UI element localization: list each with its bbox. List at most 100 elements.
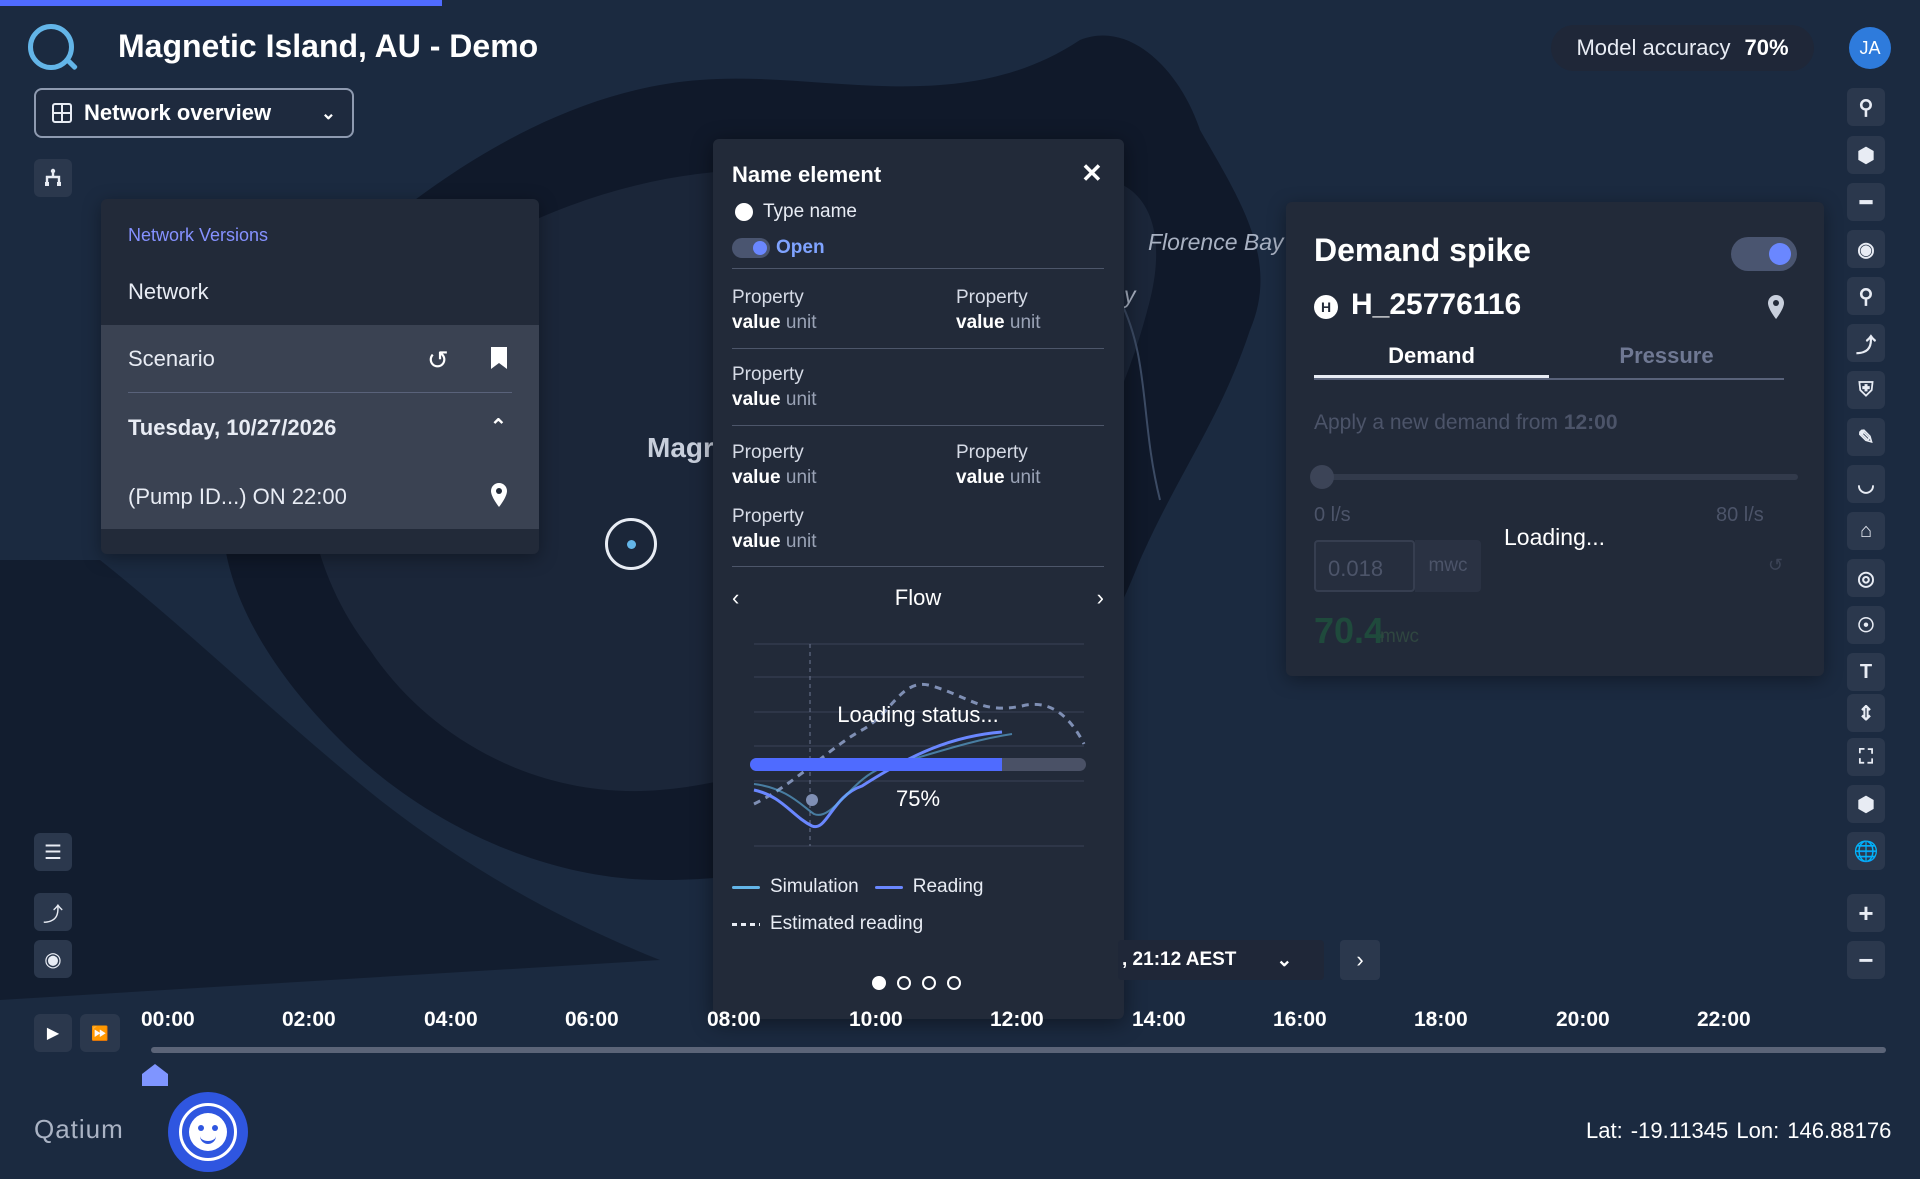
tab-pressure[interactable]: Pressure (1549, 340, 1784, 378)
chevron-down-icon: ⌄ (320, 102, 336, 123)
network-tree-icon (45, 168, 61, 186)
scenario-event-item[interactable]: (Pump ID...) ON 22:00 (128, 484, 347, 510)
date-next-button[interactable]: › (1340, 940, 1380, 980)
pipe-search-icon[interactable]: ⚲ (1847, 277, 1885, 315)
sort-icon[interactable]: ⇕ (1847, 694, 1885, 732)
estimated-legend-swatch (732, 922, 760, 926)
locate-pin-icon[interactable] (1767, 294, 1785, 325)
version-network-item[interactable]: Network (128, 279, 209, 305)
apply-demand-text: Apply a new demand from 12:00 (1314, 411, 1618, 434)
version-scenario-item[interactable]: Scenario (128, 346, 215, 372)
chart-loading-status: Loading status... (837, 702, 999, 727)
chevron-up-icon[interactable]: ⌃ (490, 414, 507, 439)
shield-icon[interactable]: ⛨ (1847, 371, 1885, 409)
search-icon[interactable]: ⚲ (1847, 88, 1885, 126)
target-icon[interactable]: ☉ (1847, 606, 1885, 644)
flow-chart-title: Flow (894, 585, 942, 610)
timeline-hour: 08:00 (707, 1008, 761, 1031)
timeline-hour: 18:00 (1414, 1008, 1468, 1031)
zoom-in-icon[interactable]: + (1847, 894, 1885, 932)
assistant-button[interactable] (168, 1092, 248, 1172)
zoom-out-icon[interactable]: − (1847, 941, 1885, 979)
chevron-left-icon[interactable]: ‹ (732, 585, 739, 611)
chart-edit-icon[interactable]: ✎ (1847, 418, 1885, 456)
demand-slider-track[interactable] (1322, 474, 1798, 480)
timeline-hour: 20:00 (1556, 1008, 1610, 1031)
property-item: Property value unit (732, 442, 817, 488)
bookmark-icon[interactable] (490, 346, 508, 375)
timeline-hour: 16:00 (1273, 1008, 1327, 1031)
demand-value-input[interactable]: 0.018 (1314, 540, 1415, 592)
valve-icon[interactable]: ━ (1847, 183, 1885, 221)
assistant-face-icon (189, 1113, 227, 1151)
pagination-dot[interactable] (922, 976, 936, 990)
fullscreen-icon[interactable]: ⛶ (1847, 738, 1885, 776)
property-item: Property value unit (732, 364, 817, 410)
user-avatar[interactable]: JA (1849, 27, 1891, 69)
slider-max-label: 80 l/s (1716, 504, 1764, 526)
page-title: Magnetic Island, AU - Demo (118, 28, 539, 64)
map-label-magnetic: Magr (647, 432, 714, 463)
cube-icon[interactable]: ⬢ (1847, 785, 1885, 823)
timeline-hour: 06:00 (565, 1008, 619, 1031)
loading-progress-bar (0, 0, 442, 6)
demand-spike-toggle[interactable] (1731, 237, 1797, 271)
cursor-coordinates: Lat: -19.11345 Lon: 146.88176 (1586, 1118, 1892, 1143)
type-radio[interactable] (735, 203, 753, 221)
pagination-dot[interactable] (872, 976, 886, 990)
globe-icon[interactable]: 🌐 (1847, 832, 1885, 870)
demand-tabs: Demand Pressure (1314, 340, 1784, 380)
status-toggle[interactable] (732, 238, 770, 258)
pump-icon[interactable]: ◉ (1847, 230, 1885, 268)
timeline-hour: 14:00 (1132, 1008, 1186, 1031)
demand-spike-panel (1286, 202, 1824, 676)
chevron-right-icon[interactable]: › (1097, 585, 1104, 611)
pagination-dot[interactable] (897, 976, 911, 990)
chart-pagination (872, 976, 961, 990)
layers-icon[interactable]: ☰ (34, 833, 72, 871)
reset-icon[interactable]: ↺ (1768, 555, 1783, 576)
map-label-partial: y (1124, 282, 1136, 308)
timeline-scrubber-handle[interactable] (142, 1064, 168, 1086)
map-label-florence-bay: Florence Bay (1148, 229, 1284, 255)
chevron-down-icon: ⌄ (1276, 949, 1293, 971)
view-select-dropdown[interactable]: Network overview ⌄ (34, 88, 354, 138)
tab-demand[interactable]: Demand (1314, 340, 1549, 378)
simulation-legend-label: Simulation (770, 876, 859, 897)
undo-icon[interactable]: ↺ (427, 345, 449, 376)
demand-slider-handle[interactable] (1310, 465, 1334, 489)
property-item: Property value unit (956, 442, 1041, 488)
close-icon[interactable]: ✕ (1081, 158, 1103, 189)
flow-chart-nav: ‹ Flow › (732, 582, 1104, 614)
model-accuracy-badge: Model accuracy 70% (1551, 25, 1814, 71)
reading-legend-swatch (874, 885, 903, 889)
timeline-hour: 00:00 (141, 1008, 195, 1031)
play-button[interactable]: ▶ (34, 1014, 72, 1052)
view-select-label: Network overview (84, 100, 272, 125)
date-time-select[interactable]: , 21:12 AEST ⌄ (1118, 940, 1324, 980)
route-tool-icon[interactable]: ⤴ (34, 893, 72, 931)
map-pin-icon[interactable] (490, 482, 508, 513)
popup-title: Name element (732, 162, 882, 187)
pagination-dot[interactable] (947, 976, 961, 990)
route-icon[interactable]: ⤴ (1847, 324, 1885, 362)
slider-min-label: 0 l/s (1314, 504, 1351, 526)
fast-forward-button[interactable]: ⏩ (80, 1014, 120, 1052)
brand-wordmark: Qatium (34, 1114, 124, 1144)
gauge-icon[interactable]: ◡ (1847, 465, 1885, 503)
type-name-label: Type name (763, 201, 857, 222)
visibility-eye-icon[interactable]: ◉ (34, 940, 72, 978)
hexagon-icon[interactable]: ⬢ (1847, 136, 1885, 174)
property-item: Property value unit (732, 506, 817, 552)
accuracy-value: 70% (1744, 35, 1789, 60)
house-plus-icon[interactable]: ⌂ (1847, 512, 1885, 550)
demand-spike-title: Demand spike (1314, 232, 1531, 268)
scenario-date[interactable]: Tuesday, 10/27/2026 (128, 415, 336, 441)
meter-icon[interactable]: ◎ (1847, 559, 1885, 597)
element-id: H_25776116 (1351, 288, 1522, 321)
network-tree-button[interactable] (34, 159, 72, 197)
text-icon[interactable]: T (1847, 653, 1885, 691)
timeline-track[interactable] (151, 1047, 1886, 1053)
grid-icon (52, 103, 72, 123)
selected-element-marker[interactable] (605, 518, 657, 570)
